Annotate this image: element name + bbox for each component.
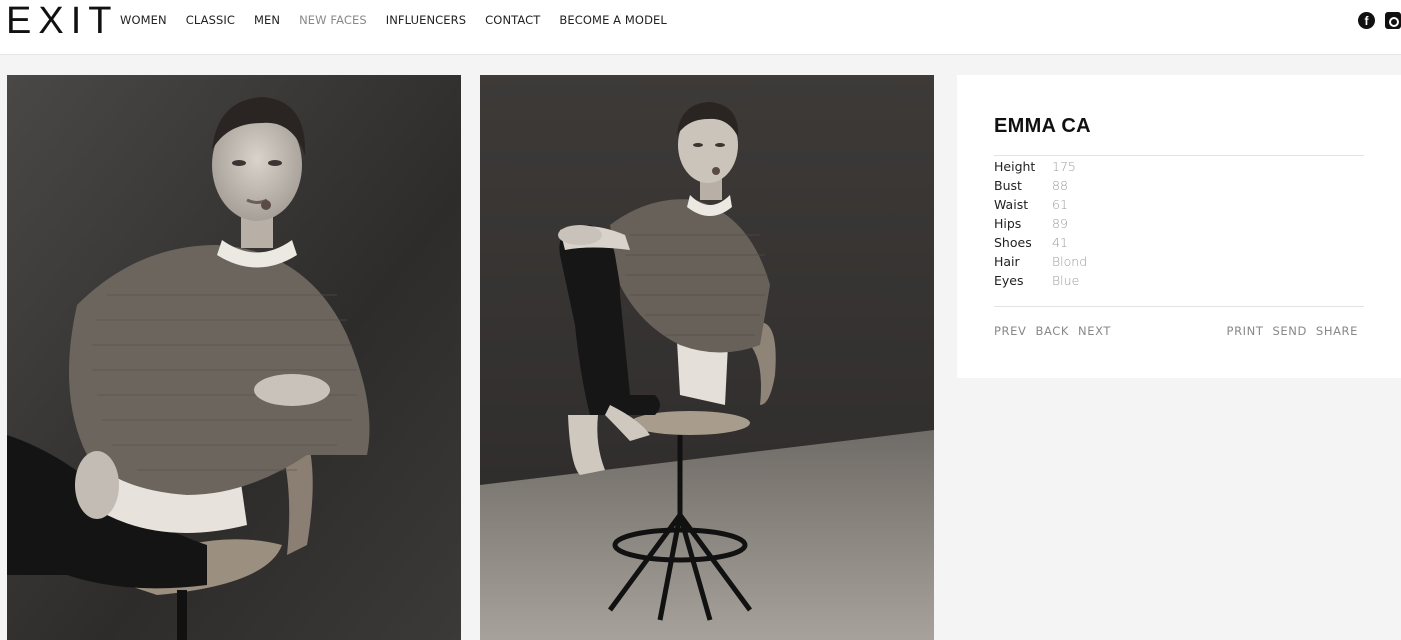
divider — [994, 155, 1364, 156]
stat-value: 41 — [1052, 235, 1068, 250]
model-photo-1[interactable] — [7, 75, 461, 640]
share-link[interactable]: SHARE — [1316, 324, 1358, 338]
nav-item-classic[interactable]: CLASSIC — [186, 13, 235, 27]
model-photo-2[interactable] — [480, 75, 934, 640]
nav-item-contact[interactable]: CONTACT — [485, 13, 540, 27]
prev-link[interactable]: PREV — [994, 324, 1026, 338]
model-photo-2-image — [480, 75, 934, 640]
stat-row-waist: Waist 61 — [994, 195, 1087, 214]
nav-item-women[interactable]: WOMEN — [120, 13, 167, 27]
stat-value: Blue — [1052, 273, 1080, 288]
stat-value: 88 — [1052, 178, 1068, 193]
divider — [994, 306, 1364, 307]
stat-value: 89 — [1052, 216, 1068, 231]
stat-row-height: Height 175 — [994, 157, 1087, 176]
main-nav: WOMEN CLASSIC MEN NEW FACES INFLUENCERS … — [120, 13, 686, 27]
nav-item-new-faces[interactable]: NEW FACES — [299, 13, 367, 27]
share-actions: PRINT SEND SHARE — [1227, 324, 1358, 338]
stat-value: 61 — [1052, 197, 1068, 212]
model-stats: Height 175 Bust 88 Waist 61 Hips 89 Shoe… — [994, 157, 1087, 290]
stat-label: Height — [994, 159, 1036, 174]
nav-item-become-a-model[interactable]: BECOME A MODEL — [559, 13, 667, 27]
stat-row-hips: Hips 89 — [994, 214, 1087, 233]
stat-label: Waist — [994, 197, 1029, 212]
stat-label: Hips — [994, 216, 1022, 231]
stat-label: Bust — [994, 178, 1022, 193]
stat-label: Hair — [994, 254, 1020, 269]
print-link[interactable]: PRINT — [1227, 324, 1264, 338]
model-name: EMMA CA — [994, 115, 1091, 137]
send-link[interactable]: SEND — [1272, 324, 1306, 338]
stat-row-eyes: Eyes Blue — [994, 271, 1087, 290]
model-photo-1-image — [7, 75, 461, 640]
stat-row-hair: Hair Blond — [994, 252, 1087, 271]
stat-value: Blond — [1052, 254, 1088, 269]
stat-label: Shoes — [994, 235, 1032, 250]
pagination-actions: PREV BACK NEXT — [994, 324, 1111, 338]
model-info-panel: EMMA CA Height 175 Bust 88 Waist 61 Hips… — [957, 75, 1401, 378]
social-links: f — [1358, 12, 1401, 29]
stat-label: Eyes — [994, 273, 1024, 288]
stat-row-shoes: Shoes 41 — [994, 233, 1087, 252]
stat-value: 175 — [1052, 159, 1076, 174]
nav-item-men[interactable]: MEN — [254, 13, 280, 27]
nav-item-influencers[interactable]: INFLUENCERS — [386, 13, 466, 27]
back-link[interactable]: BACK — [1035, 324, 1069, 338]
site-header: EXIT WOMEN CLASSIC MEN NEW FACES INFLUEN… — [0, 0, 1401, 55]
instagram-icon[interactable] — [1385, 12, 1401, 29]
site-logo[interactable]: EXIT — [6, 2, 118, 40]
next-link[interactable]: NEXT — [1078, 324, 1111, 338]
stat-row-bust: Bust 88 — [994, 176, 1087, 195]
facebook-icon[interactable]: f — [1358, 12, 1375, 29]
